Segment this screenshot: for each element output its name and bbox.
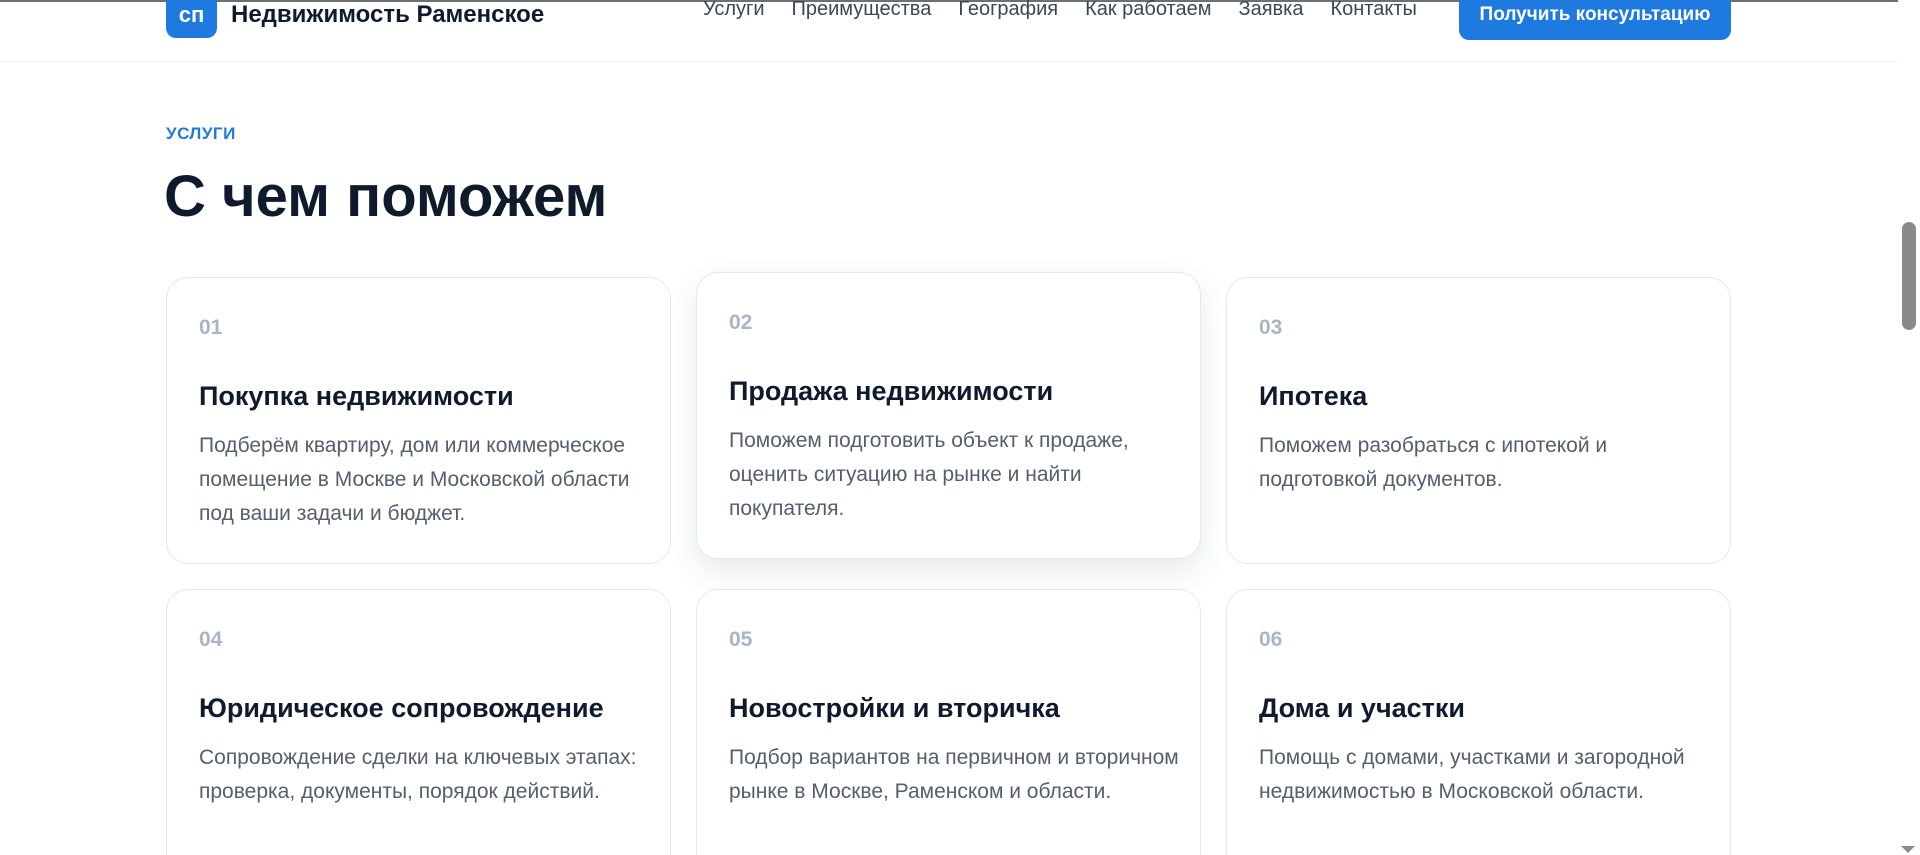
card-description: Подберём квартиру, дом или коммерческое …	[199, 434, 630, 525]
nav-link-how-we-work[interactable]: Как работаем	[1085, 0, 1211, 21]
card-description: Поможем разобраться с ипотекой и подгото…	[1259, 434, 1608, 491]
main-nav: Услуги Преимущества География Как работа…	[703, 0, 1444, 21]
card-description: Подбор вариантов на первичном и вторично…	[729, 746, 1179, 803]
card-description: Поможем подготовить объект к продаже, оц…	[729, 429, 1129, 520]
service-card-houses-and-plots[interactable]: 06 Дома и участки Помощь с домами, участ…	[1226, 589, 1731, 855]
service-card-legal-support[interactable]: 04 Юридическое сопровождение Сопровожден…	[166, 589, 671, 855]
scrollbar-track[interactable]	[1898, 0, 1920, 855]
card-title: Ипотека	[1259, 381, 1368, 411]
card-number: 03	[1259, 316, 1283, 339]
nav-link-services[interactable]: Услуги	[703, 0, 765, 21]
card-number: 01	[199, 316, 223, 339]
logo[interactable]: сп Недвижимость Раменское	[166, 0, 544, 38]
nav-link-advantages[interactable]: Преимущества	[792, 0, 932, 21]
card-title: Покупка недвижимости	[199, 381, 514, 411]
card-title: Новостройки и вторичка	[729, 693, 1060, 723]
scrollbar-thumb[interactable]	[1902, 222, 1916, 330]
card-number: 02	[729, 311, 753, 334]
service-card-buying[interactable]: 01 Покупка недвижимости Подберём квартир…	[166, 277, 671, 564]
card-description: Сопровождение сделки на ключевых этапах:…	[199, 746, 637, 803]
service-card-mortgage[interactable]: 03 Ипотека Поможем разобраться с ипотеко…	[1226, 277, 1731, 564]
section-eyebrow: УСЛУГИ	[166, 124, 236, 143]
card-title: Юридическое сопровождение	[199, 693, 604, 723]
card-title: Дома и участки	[1259, 693, 1465, 723]
nav-link-request[interactable]: Заявка	[1238, 0, 1303, 21]
scroll-down-arrow-icon[interactable]	[1901, 846, 1915, 853]
get-consultation-button[interactable]: Получить консультацию	[1459, 0, 1731, 40]
section-title: С чем поможем	[164, 164, 608, 229]
card-number: 06	[1259, 628, 1283, 651]
page: сп Недвижимость Раменское Услуги Преимущ…	[0, 0, 1920, 855]
nav-link-contacts[interactable]: Контакты	[1330, 0, 1416, 21]
logo-text: Недвижимость Раменское	[231, 1, 545, 28]
service-card-new-and-secondary[interactable]: 05 Новостройки и вторичка Подбор вариант…	[696, 589, 1201, 855]
site-header: сп Недвижимость Раменское Услуги Преимущ…	[0, 0, 1898, 62]
card-description: Помощь с домами, участками и загородной …	[1259, 746, 1685, 803]
card-number: 05	[729, 628, 753, 651]
service-card-selling[interactable]: 02 Продажа недвижимости Поможем подготов…	[696, 272, 1201, 559]
nav-link-geography[interactable]: География	[958, 0, 1058, 21]
card-title: Продажа недвижимости	[729, 376, 1054, 406]
logo-mark: сп	[166, 0, 217, 38]
card-number: 04	[199, 628, 223, 651]
